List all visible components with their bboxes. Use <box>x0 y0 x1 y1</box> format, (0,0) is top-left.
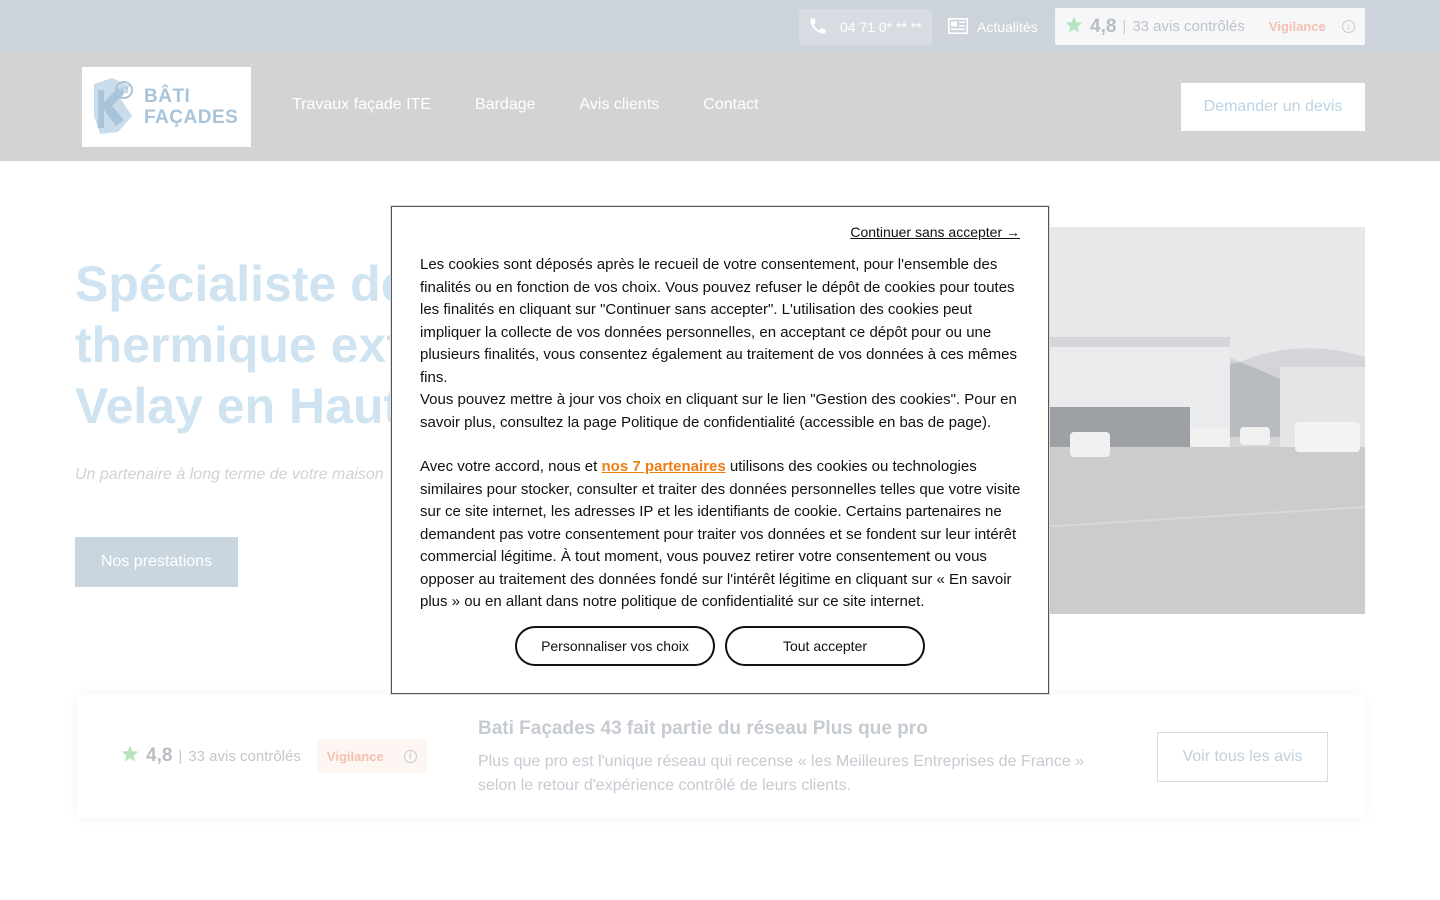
main-nav: 43 BÂTI FAÇADES Travaux façade ITE Barda… <box>0 53 1440 161</box>
cookie-paragraph-3: Avec votre accord, nous et nos 7 partena… <box>420 456 1022 614</box>
logo-mark-icon: 43 <box>94 78 133 134</box>
logo[interactable]: 43 BÂTI FAÇADES <box>82 67 251 147</box>
logo-text: BÂTI FAÇADES <box>144 86 238 128</box>
reviews-count: 33 avis contrôlés <box>188 747 301 765</box>
phone-button[interactable]: 04 71 0* ** ** <box>799 9 932 45</box>
rating-count: 33 avis contrôlés <box>1132 18 1245 35</box>
logo-line-2: FAÇADES <box>144 107 239 128</box>
accept-all-button[interactable]: Tout accepter <box>725 626 925 666</box>
see-all-reviews-button[interactable]: Voir tous les avis <box>1157 732 1328 782</box>
newspaper-icon <box>948 17 968 37</box>
logo-line-1: BÂTI <box>144 86 191 107</box>
nav-links: Travaux façade ITE Bardage Avis clients … <box>292 96 758 114</box>
news-link[interactable]: Actualités <box>948 9 1038 45</box>
reviews-score: 4,8 <box>146 745 173 766</box>
star-icon <box>120 744 140 768</box>
customize-choices-button[interactable]: Personnaliser vos choix <box>515 626 715 666</box>
nav-item-travaux[interactable]: Travaux façade ITE <box>292 96 431 114</box>
reviews-separator: | <box>178 747 183 765</box>
cookie-paragraph-3-end: utilisons des cookies ou technologies si… <box>420 458 1021 610</box>
nav-item-contact[interactable]: Contact <box>703 96 758 114</box>
nav-item-avis[interactable]: Avis clients <box>580 96 660 114</box>
info-icon[interactable]: i <box>1341 20 1355 33</box>
cookie-consent-dialog: Continuer sans accepter → Les cookies so… <box>390 205 1050 695</box>
rating-score: 4,8 <box>1090 15 1117 37</box>
top-bar: 04 71 0* ** ** Actualités 4,8 | 33 avis … <box>0 0 1440 53</box>
services-button[interactable]: Nos prestations <box>75 537 238 587</box>
reviews-title: Bati Façades 43 fait partie du réseau Pl… <box>478 718 928 739</box>
phone-icon <box>808 16 828 39</box>
info-icon[interactable]: i <box>403 749 417 763</box>
quote-button[interactable]: Demander un devis <box>1181 83 1365 131</box>
phone-number: 04 71 0* ** ** <box>840 19 922 35</box>
reviews-description: Plus que pro est l'unique réseau qui rec… <box>478 753 1085 794</box>
vigilance-label: Vigilance <box>326 748 384 764</box>
cookie-paragraph-3-start: Avec votre accord, nous et <box>420 458 602 475</box>
star-icon <box>1064 15 1084 39</box>
rating-widget[interactable]: 4,8 | 33 avis contrôlés Vigilance i <box>1055 8 1365 45</box>
rating-separator: | <box>1122 18 1127 35</box>
logo-number: 43 <box>120 86 129 95</box>
nav-item-bardage[interactable]: Bardage <box>475 96 536 114</box>
building-photo-illustration <box>1040 227 1365 614</box>
hero-image <box>1040 227 1365 614</box>
continue-without-accepting-link[interactable]: Continuer sans accepter → <box>850 224 1020 240</box>
reviews-card: 4,8 | 33 avis contrôlés Vigilance i Bati… <box>77 695 1364 818</box>
cookie-paragraph-1: Les cookies sont déposés après le recuei… <box>420 256 1017 386</box>
cookie-paragraph-2: Vous pouvez mettre à jour vos choix en c… <box>420 391 1017 431</box>
hero-subtitle: Un partenaire à long terme de votre mais… <box>75 466 384 483</box>
cookie-text: Les cookies sont déposés après le recuei… <box>420 254 1022 614</box>
news-label: Actualités <box>977 19 1038 35</box>
vigilance-label: Vigilance <box>1268 19 1326 34</box>
vigilance-badge[interactable]: Vigilance i <box>316 739 427 773</box>
partners-link[interactable]: nos 7 partenaires <box>602 458 726 475</box>
reviews-rating: 4,8 | 33 avis contrôlés Vigilance i <box>120 739 427 773</box>
